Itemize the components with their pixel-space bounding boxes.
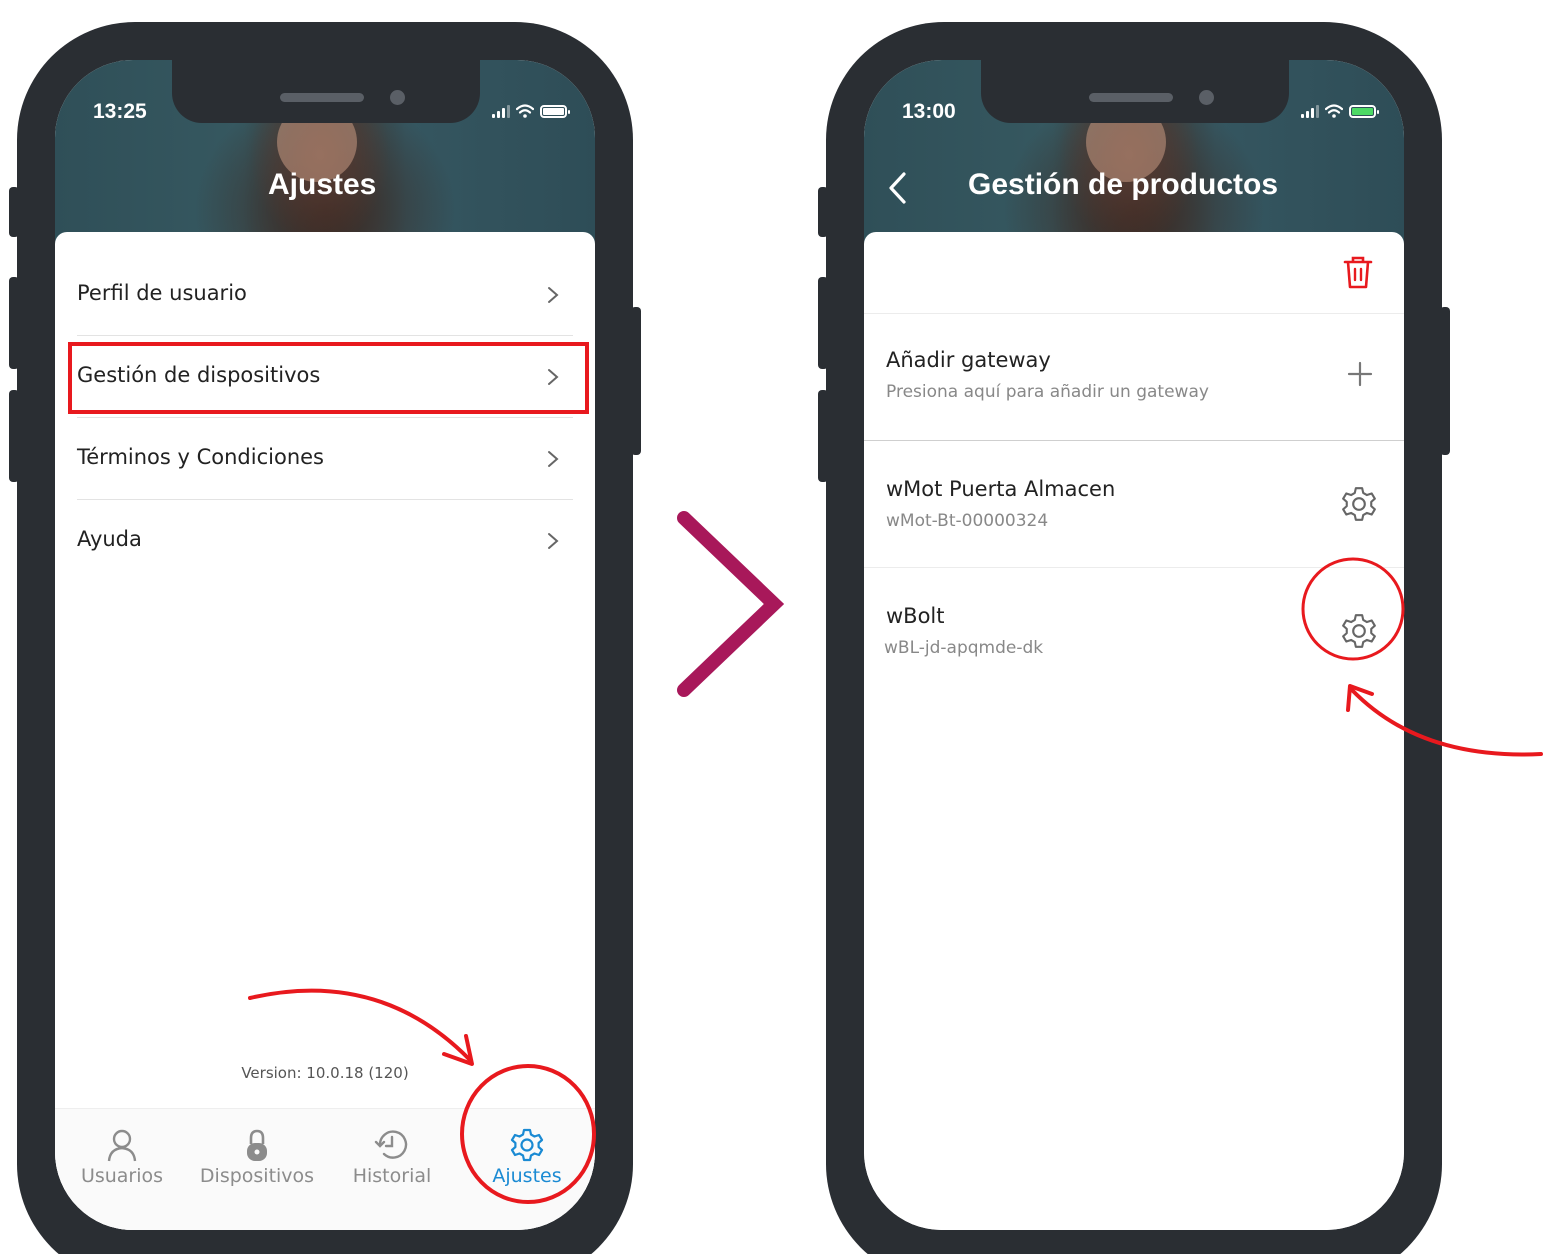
product-row[interactable]: wMot Puerta Almacen wMot-Bt-00000324: [864, 441, 1404, 568]
gear-icon[interactable]: [1340, 485, 1378, 523]
gear-icon: [510, 1128, 544, 1162]
products-list: Añadir gateway Presiona aquí para añadir…: [864, 232, 1404, 1230]
screen-ajustes: 13:25 Ajustes Perfil de usuario Gestión …: [55, 60, 595, 1230]
mute-switch: [818, 187, 828, 237]
menu-item-label: Perfil de usuario: [77, 281, 247, 305]
tab-label: Usuarios: [80, 1165, 164, 1187]
tab-ajustes[interactable]: Ajustes: [459, 1127, 595, 1187]
menu-item-label: Gestión de dispositivos: [77, 363, 321, 387]
chevron-right-icon: [548, 533, 559, 549]
gear-icon[interactable]: [1340, 612, 1378, 650]
product-id: wBL-jd-apqmde-dk: [884, 638, 1044, 658]
side-button: [1440, 307, 1450, 455]
history-icon: [374, 1130, 408, 1159]
signal-icon: [1301, 105, 1319, 118]
product-name: wBolt: [886, 604, 945, 628]
battery-icon: [540, 105, 570, 118]
tab-label: Ajustes: [492, 1165, 562, 1187]
product-id: wMot-Bt-00000324: [886, 511, 1049, 531]
notch: [172, 60, 480, 123]
volume-up-button: [9, 277, 19, 369]
phone-left: 13:25 Ajustes Perfil de usuario Gestión …: [9, 22, 641, 1254]
volume-down-button: [818, 390, 828, 482]
status-icons: [1301, 104, 1379, 118]
tab-usuarios[interactable]: Usuarios: [55, 1127, 190, 1187]
chevron-right-icon: [548, 287, 559, 303]
menu-item-label: Ayuda: [77, 527, 142, 551]
page-title: Gestión de productos: [968, 168, 1279, 201]
volume-down-button: [9, 390, 19, 482]
screen-gestion-productos: 13:00 Gestión de productos Añadir gatewa…: [864, 60, 1404, 1230]
back-arrow-icon[interactable]: [884, 170, 912, 206]
status-time: 13:25: [93, 100, 147, 123]
toolbar-row: [864, 232, 1404, 314]
mute-switch: [9, 187, 19, 237]
add-gateway-subtitle: Presiona aquí para añadir un gateway: [886, 382, 1209, 402]
status-time: 13:00: [902, 100, 956, 123]
menu-item-ayuda[interactable]: Ayuda: [77, 500, 573, 582]
product-row[interactable]: wBolt wBL-jd-apqmde-dk: [864, 568, 1404, 695]
chevron-right-icon: [548, 451, 559, 467]
wifi-icon: [516, 104, 534, 118]
transition-arrow-icon: [677, 511, 785, 697]
battery-charging-icon: [1349, 105, 1379, 118]
lock-icon: [247, 1129, 267, 1161]
status-icons: [492, 104, 570, 118]
notch: [981, 60, 1289, 123]
product-name: wMot Puerta Almacen: [886, 477, 1116, 501]
user-icon: [107, 1129, 137, 1162]
wifi-icon: [1325, 104, 1343, 118]
tab-label: Dispositivos: [199, 1165, 315, 1187]
add-gateway-title: Añadir gateway: [886, 348, 1051, 372]
plus-icon[interactable]: [1344, 358, 1376, 390]
menu-item-label: Términos y Condiciones: [77, 445, 324, 469]
signal-icon: [492, 105, 510, 118]
add-gateway-row[interactable]: Añadir gateway Presiona aquí para añadir…: [864, 314, 1404, 441]
page-title: Ajustes: [268, 168, 377, 201]
phone-right: 13:00 Gestión de productos Añadir gatewa…: [818, 22, 1450, 1254]
volume-up-button: [818, 277, 828, 369]
chevron-right-icon: [548, 369, 559, 385]
version-label: Version: 10.0.18 (120): [241, 1064, 409, 1082]
menu-item-terminos[interactable]: Términos y Condiciones: [77, 418, 573, 500]
menu-item-gestion-dispositivos[interactable]: Gestión de dispositivos: [77, 336, 573, 418]
tab-historial[interactable]: Historial: [324, 1127, 460, 1187]
tab-bar: Usuarios Dispositivos Historial Ajustes: [55, 1108, 595, 1230]
tab-label: Historial: [352, 1165, 432, 1187]
menu-item-perfil[interactable]: Perfil de usuario: [77, 254, 573, 336]
tab-dispositivos[interactable]: Dispositivos: [189, 1127, 325, 1187]
trash-icon[interactable]: [1342, 254, 1374, 290]
side-button: [631, 307, 641, 455]
